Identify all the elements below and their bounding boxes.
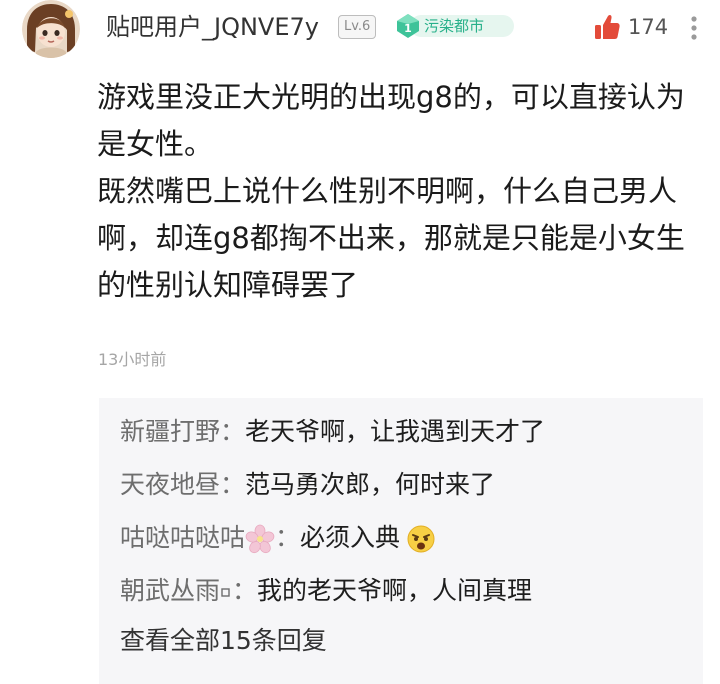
reply-text: 必须入典 <box>300 523 401 552</box>
reply-item[interactable]: 朝武丛雨 ：我的老天爷啊，人间真理 <box>120 571 532 611</box>
post-paragraph: 既然嘴巴上说什么性别不明啊，什么自己男人啊，却连g8都掏不出来，那就是只能是小女… <box>97 174 685 302</box>
reply-item[interactable]: 天夜地昼：范马勇次郎，何时来了 <box>120 465 495 505</box>
post-content: 游戏里没正大光明的出现g8的，可以直接认为是女性。 既然嘴巴上说什么性别不明啊，… <box>97 74 697 309</box>
forum-tag-label: 污染都市 <box>424 17 485 35</box>
like-button[interactable]: 174 <box>592 12 672 42</box>
reply-separator: ： <box>275 523 301 552</box>
forum-tag[interactable]: 1 污染都市 <box>394 12 518 40</box>
reply-separator: ： <box>220 417 246 446</box>
view-all-replies-link[interactable]: 查看全部15条回复 <box>120 621 327 661</box>
diamond-badge-icon: 1 <box>397 14 419 38</box>
reply-author[interactable]: 朝武丛雨 <box>120 576 220 605</box>
reply-separator: ： <box>232 576 258 605</box>
username[interactable]: 贴吧用户_JQNVE7y <box>106 12 319 42</box>
reply-text: 老天爷啊，让我遇到天才了 <box>245 417 546 446</box>
reply-text: 我的老天爷啊，人间真理 <box>257 576 533 605</box>
anime-girl-avatar-icon <box>22 0 80 58</box>
reply-author[interactable]: 新疆打野 <box>120 417 220 446</box>
like-count: 174 <box>628 15 669 39</box>
reply-separator: ： <box>220 470 246 499</box>
svg-text:1: 1 <box>404 22 412 35</box>
post-header: 贴吧用户_JQNVE7y Lv.6 1 污染都市 174 <box>22 0 702 60</box>
post-timestamp: 13小时前 <box>98 350 167 369</box>
cherry-blossom-icon <box>245 524 275 554</box>
reply-author[interactable]: 天夜地昼 <box>120 470 220 499</box>
more-options-icon[interactable] <box>686 14 702 42</box>
reply-section: 新疆打野：老天爷啊，让我遇到天才了 天夜地昼：范马勇次郎，何时来了 咕哒咕哒咕 … <box>99 398 703 684</box>
post-card: 贴吧用户_JQNVE7y Lv.6 1 污染都市 174 游戏里没正大光明的出现… <box>0 0 720 684</box>
avatar[interactable] <box>22 0 80 58</box>
reply-item[interactable]: 咕哒咕哒咕 ：必须入典 <box>120 518 436 558</box>
reply-author[interactable]: 咕哒咕哒咕 <box>120 523 245 552</box>
small-square-icon <box>221 588 230 597</box>
thumbs-up-icon <box>595 14 620 39</box>
astonished-emoji-icon <box>407 525 435 553</box>
reply-text: 范马勇次郎，何时来了 <box>245 470 496 499</box>
level-badge: Lv.6 <box>338 15 377 39</box>
reply-item[interactable]: 新疆打野：老天爷啊，让我遇到天才了 <box>120 412 545 452</box>
post-paragraph: 游戏里没正大光明的出现g8的，可以直接认为是女性。 <box>97 80 685 161</box>
